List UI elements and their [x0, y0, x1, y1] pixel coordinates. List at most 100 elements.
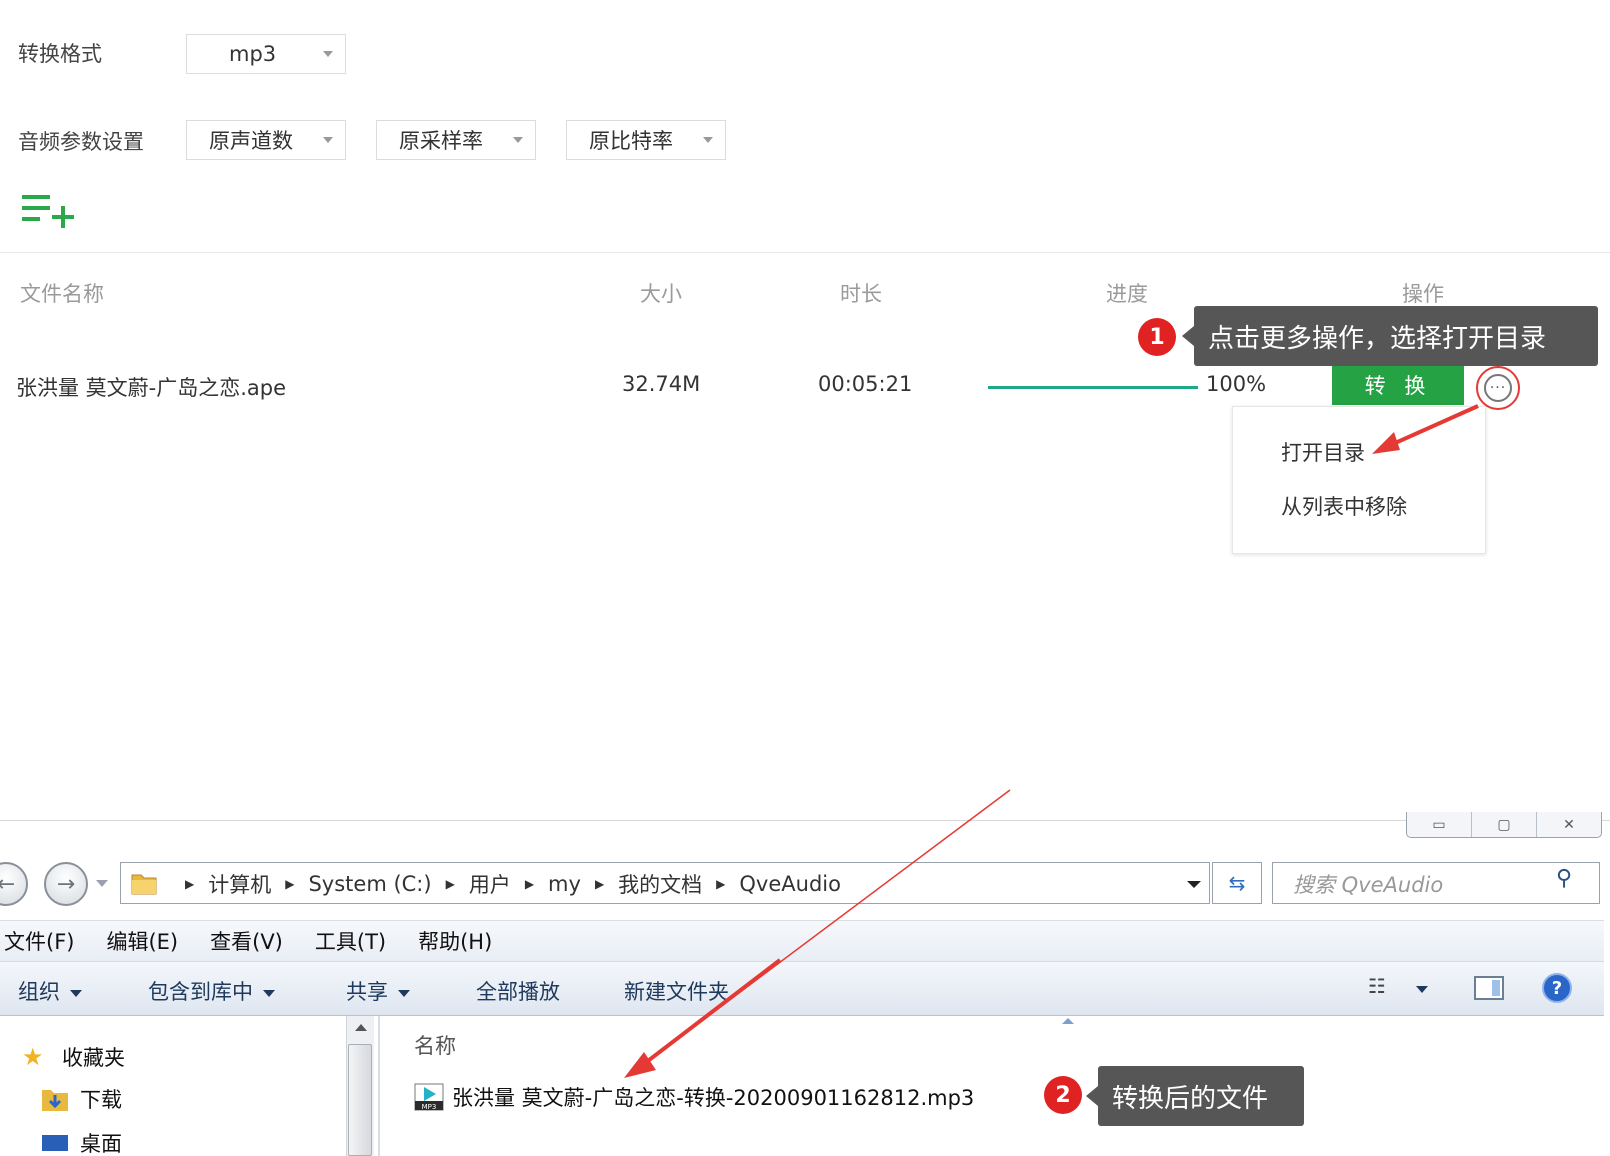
breadcrumb-item[interactable]: 用户 [469, 869, 511, 899]
breadcrumb-item[interactable]: QveAudio [739, 872, 841, 896]
audio-settings-label: 音频参数设置 [18, 130, 144, 154]
sample-rate-select-value: 原采样率 [399, 129, 483, 153]
chevron-down-icon [70, 989, 82, 997]
annotation-badge-1: 1 [1138, 318, 1176, 356]
forward-icon[interactable]: → [44, 862, 88, 906]
search-input[interactable]: 搜索 QveAudio [1272, 862, 1600, 904]
new-folder-button[interactable]: 新建文件夹 [624, 976, 729, 1006]
nav-item-desktop[interactable]: 桌面 [40, 1128, 122, 1156]
chevron-down-icon [263, 989, 275, 997]
more-options-icon[interactable]: ··· [1484, 374, 1512, 402]
address-bar[interactable]: ▶ 计算机 ▶ System (C:) ▶ 用户 ▶ my ▶ 我的文档 ▶ Q… [120, 862, 1210, 904]
window-controls: ▭ ▢ ✕ [1406, 812, 1602, 838]
chevron-down-icon [323, 51, 333, 57]
nav-item-label: 收藏夹 [62, 1046, 125, 1070]
breadcrumb-separator-icon: ▶ [594, 877, 605, 891]
file-duration-cell: 00:05:21 [818, 372, 913, 396]
chevron-down-icon [323, 137, 333, 143]
breadcrumb: ▶ 计算机 ▶ System (C:) ▶ 用户 ▶ my ▶ 我的文档 ▶ Q… [171, 869, 841, 899]
menu-file[interactable]: 文件(F) [4, 926, 74, 956]
format-select[interactable]: mp3 [186, 34, 346, 74]
history-dropdown-icon[interactable] [96, 880, 108, 887]
annotation-tooltip-2: 转换后的文件 [1086, 1066, 1304, 1126]
view-options-icon[interactable]: ☷ [1368, 974, 1386, 998]
command-toolbar: 组织 包含到库中 共享 全部播放 新建文件夹 [0, 962, 1604, 1016]
menu-edit[interactable]: 编辑(E) [106, 926, 178, 956]
menu-item-open-folder[interactable]: 打开目录 [1281, 437, 1365, 467]
breadcrumb-item[interactable]: my [548, 872, 581, 896]
address-dropdown-icon[interactable] [1187, 881, 1201, 888]
chevron-down-icon[interactable] [1416, 986, 1428, 993]
breadcrumb-separator-icon: ▶ [524, 877, 535, 891]
file-name-cell: 张洪量 莫文蔚-广岛之恋.ape [16, 376, 287, 400]
channels-select-value: 原声道数 [209, 129, 293, 153]
breadcrumb-item[interactable]: System (C:) [308, 872, 431, 896]
help-icon[interactable]: ? [1542, 973, 1572, 1003]
file-list-item-label: 张洪量 莫文蔚-广岛之恋-转换-20200901162812.mp3 [452, 1086, 975, 1110]
refresh-icon[interactable]: ⇆ [1212, 862, 1262, 904]
col-header-file-name[interactable]: 名称 [414, 1030, 456, 1060]
back-icon[interactable]: ← [0, 862, 28, 906]
breadcrumb-separator-icon: ▶ [445, 877, 455, 891]
chevron-down-icon [513, 137, 523, 143]
breadcrumb-item[interactable]: 我的文档 [618, 869, 702, 899]
col-header-action: 操作 [1402, 282, 1444, 306]
format-label: 转换格式 [18, 42, 102, 66]
include-in-library-label: 包含到库中 [148, 980, 253, 1004]
menu-view[interactable]: 查看(V) [210, 926, 283, 956]
sort-ascending-icon [1062, 1018, 1074, 1024]
menu-tools[interactable]: 工具(T) [315, 926, 386, 956]
maximize-icon[interactable]: ▢ [1472, 812, 1537, 837]
scroll-up-icon[interactable] [355, 1024, 367, 1031]
scrollbar-thumb[interactable] [348, 1044, 372, 1156]
annotation-badge-2: 2 [1044, 1076, 1082, 1114]
menu-help[interactable]: 帮助(H) [418, 926, 492, 956]
col-header-name: 文件名称 [20, 282, 104, 306]
minimize-icon[interactable]: ▭ [1407, 812, 1472, 837]
format-select-value: mp3 [229, 42, 277, 66]
breadcrumb-separator-icon: ▶ [285, 877, 295, 891]
file-list-item[interactable]: MP3 张洪量 莫文蔚-广岛之恋-转换-20200901162812.mp3 [414, 1082, 974, 1112]
include-in-library-button[interactable]: 包含到库中 [148, 976, 275, 1006]
desktop-icon [42, 1135, 68, 1151]
progress-text: 100% [1206, 372, 1267, 396]
mp3-icon-label: MP3 [422, 1103, 437, 1111]
bitrate-select-value: 原比特率 [589, 129, 673, 153]
annotation-tooltip-1: 点击更多操作，选择打开目录 [1182, 306, 1598, 366]
arrowhead-icon [624, 1052, 656, 1078]
close-icon[interactable]: ✕ [1537, 812, 1601, 837]
breadcrumb-separator-icon: ▶ [185, 877, 195, 891]
navigation-pane: ★ 收藏夹 下载 桌面 [0, 1016, 378, 1156]
share-button[interactable]: 共享 [346, 976, 410, 1006]
add-to-list-icon[interactable] [22, 193, 76, 233]
menu-item-remove-from-list[interactable]: 从列表中移除 [1281, 491, 1407, 521]
convert-button[interactable]: 转 换 [1332, 365, 1464, 405]
star-icon: ★ [22, 1043, 44, 1071]
window-divider [0, 820, 1610, 821]
bitrate-select[interactable]: 原比特率 [566, 120, 726, 160]
more-options-menu: 打开目录 从列表中移除 [1232, 406, 1486, 554]
chevron-down-icon [398, 989, 410, 997]
folder-icon [131, 874, 157, 895]
section-divider [0, 252, 1610, 253]
channels-select[interactable]: 原声道数 [186, 120, 346, 160]
play-all-button[interactable]: 全部播放 [476, 976, 560, 1006]
breadcrumb-separator-icon: ▶ [716, 877, 726, 891]
search-icon[interactable]: ⚲ [1556, 866, 1572, 891]
menu-bar: 文件(F) 编辑(E) 查看(V) 工具(T) 帮助(H) [0, 920, 1604, 962]
downloads-folder-icon [42, 1090, 68, 1111]
mp3-file-icon: MP3 [414, 1083, 444, 1111]
chevron-down-icon [703, 137, 713, 143]
nav-item-label: 桌面 [80, 1132, 122, 1156]
nav-item-favorites[interactable]: ★ 收藏夹 [22, 1042, 125, 1072]
nav-item-downloads[interactable]: 下载 [40, 1084, 122, 1114]
pane-splitter[interactable] [378, 1016, 380, 1156]
organize-label: 组织 [18, 980, 60, 1004]
share-label: 共享 [346, 980, 388, 1004]
col-header-duration: 时长 [840, 282, 882, 306]
preview-pane-icon[interactable] [1474, 976, 1504, 1000]
breadcrumb-item[interactable]: 计算机 [208, 869, 271, 899]
organize-button[interactable]: 组织 [18, 976, 82, 1006]
file-size-cell: 32.74M [622, 372, 701, 396]
sample-rate-select[interactable]: 原采样率 [376, 120, 536, 160]
